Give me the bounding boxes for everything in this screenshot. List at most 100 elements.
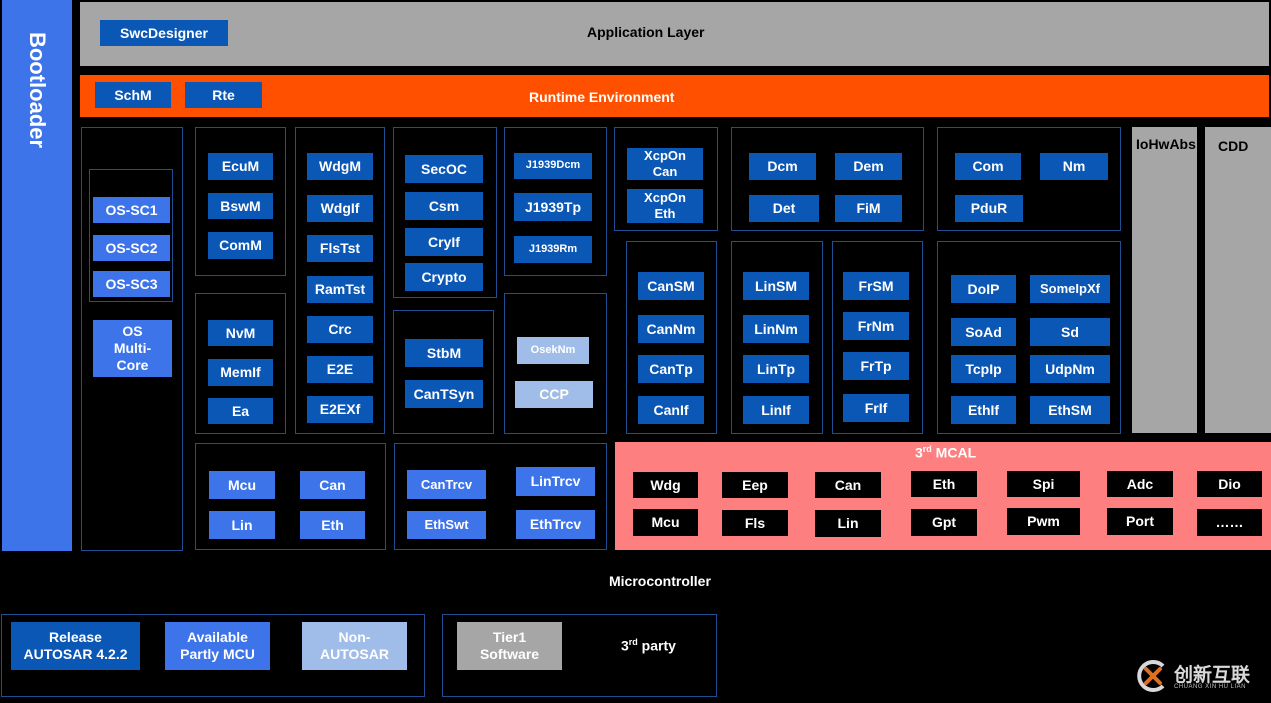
frnm-box: FrNm (843, 312, 909, 340)
oseknm-box: OsekNm (517, 337, 589, 364)
bootloader-column: Bootloader (2, 0, 72, 551)
nvm-box: NvM (208, 320, 273, 346)
iohwabs-column: IoHwAbs (1132, 127, 1197, 433)
os-sc3-box: OS-SC3 (93, 271, 170, 297)
wdgm-box: WdgM (307, 153, 373, 180)
dcm-box: Dcm (749, 153, 816, 180)
mcal3-adc: Adc (1107, 471, 1173, 497)
ea-box: Ea (208, 398, 273, 424)
lintrcv-box: LinTrcv (516, 467, 595, 496)
third-mcal-title: 3rd MCAL (915, 444, 976, 461)
mcal3-spi: Spi (1007, 471, 1080, 497)
doip-box: DoIP (951, 275, 1016, 303)
com-box: Com (955, 153, 1021, 180)
fim-box: FiM (835, 195, 902, 222)
secoc-box: SecOC (405, 155, 483, 183)
mcal3-lin: Lin (815, 510, 881, 537)
legend-third-party: 3rd party (621, 637, 676, 654)
cantrcv-box: CanTrcv (407, 470, 486, 499)
can-box: Can (300, 471, 365, 499)
ethsm-box: EthSM (1030, 396, 1110, 424)
lin-box: Lin (209, 511, 275, 539)
eth-box: Eth (300, 511, 365, 539)
os-multicore-box: OS Multi-Core (93, 320, 172, 377)
bootloader-label: Bootloader (25, 31, 50, 149)
udpnm-box: UdpNm (1030, 355, 1110, 383)
logo-pinyin: CHUANG XIN HU LIAN (1174, 684, 1247, 690)
soad-box: SoAd (951, 318, 1016, 346)
logo-chinese: 创新互联 (1174, 664, 1251, 686)
mcal3-pwm: Pwm (1007, 508, 1080, 535)
ccp-box: CCP (515, 381, 593, 408)
frsm-box: FrSM (843, 272, 909, 300)
iohwabs-label: IoHwAbs (1136, 136, 1196, 152)
mcal3-eth: Eth (911, 471, 977, 497)
flstst-box: FlsTst (307, 235, 373, 262)
comm-box: ComM (208, 232, 273, 259)
cantsyn-box: CanTSyn (405, 380, 483, 408)
mcal3-dio: Dio (1197, 471, 1262, 497)
microcontroller-label: Microcontroller (609, 573, 711, 589)
ecum-box: EcuM (208, 153, 273, 180)
third-mcal-title-num: 3 (915, 444, 923, 461)
j1939rm-box: J1939Rm (514, 236, 592, 263)
ethtrcv-box: EthTrcv (516, 510, 595, 539)
os-sc2-box: OS-SC2 (93, 235, 170, 261)
j1939dcm-box: J1939Dcm (514, 153, 592, 179)
legend-non-autosar: Non-AUTOSAR (302, 622, 407, 670)
cantp-box: CanTp (638, 355, 704, 383)
csm-box: Csm (405, 192, 483, 220)
frif-box: FrIf (843, 394, 909, 422)
canif-box: CanIf (638, 396, 704, 424)
dem-box: Dem (835, 153, 902, 180)
company-logo: 创新互联 CHUANG XIN HU LIAN (1134, 655, 1266, 697)
legend-third-text: party (637, 637, 676, 654)
ethswt-box: EthSwt (407, 511, 486, 539)
mcal3-port: Port (1107, 508, 1173, 535)
ramtst-box: RamTst (307, 276, 373, 303)
frtp-box: FrTp (843, 352, 909, 380)
mcal3-wdg: Wdg (633, 472, 698, 498)
someipxf-box: SomeIpXf (1030, 275, 1110, 303)
bswm-box: BswM (208, 193, 273, 219)
legend-available: Available Partly MCU (165, 622, 270, 670)
e2e-box: E2E (307, 356, 373, 383)
cryif-box: CryIf (405, 228, 483, 256)
legend-third-sup: rd (628, 637, 638, 647)
det-box: Det (749, 195, 819, 222)
ethif-box: EthIf (951, 396, 1016, 424)
legend-release: Release AUTOSAR 4.2.2 (11, 622, 140, 670)
linnm-box: LinNm (743, 315, 809, 343)
legend-tier1: Tier1 Software (457, 622, 562, 670)
nm-box: Nm (1040, 153, 1108, 180)
legend-third-num: 3 (621, 637, 629, 654)
mcal3-eep: Eep (722, 472, 788, 498)
xcponcan-box: XcpOn Can (627, 148, 703, 180)
sd-box: Sd (1030, 318, 1110, 346)
e2exf-box: E2EXf (307, 396, 373, 423)
crc-box: Crc (307, 316, 373, 343)
mcal3-gpt: Gpt (911, 509, 977, 536)
pdur-box: PduR (955, 195, 1023, 222)
mcal3-can: Can (815, 472, 881, 498)
third-mcal-title-sup: rd (922, 444, 932, 454)
third-mcal-title-text: MCAL (931, 444, 977, 461)
mcu-box: Mcu (209, 471, 275, 499)
mcal3-mcu: Mcu (633, 509, 698, 536)
linif-box: LinIf (743, 396, 809, 424)
lintp-box: LinTp (743, 355, 809, 383)
crypto-box: Crypto (405, 263, 483, 291)
xcponeth-box: XcpOn Eth (627, 189, 703, 223)
stbm-box: StbM (405, 339, 483, 367)
application-layer: Application Layer (80, 2, 1269, 66)
linsm-box: LinSM (743, 272, 809, 300)
os-sc1-box: OS-SC1 (93, 197, 170, 223)
application-layer-title: Application Layer (587, 24, 705, 40)
sync-frame (393, 310, 494, 434)
schm-box: SchM (95, 82, 171, 108)
wdgif-box: WdgIf (307, 195, 373, 222)
cannm-box: CanNm (638, 315, 704, 343)
cansm-box: CanSM (638, 272, 704, 300)
logo-mark-icon (1137, 660, 1165, 692)
tcpip-box: TcpIp (951, 355, 1016, 383)
